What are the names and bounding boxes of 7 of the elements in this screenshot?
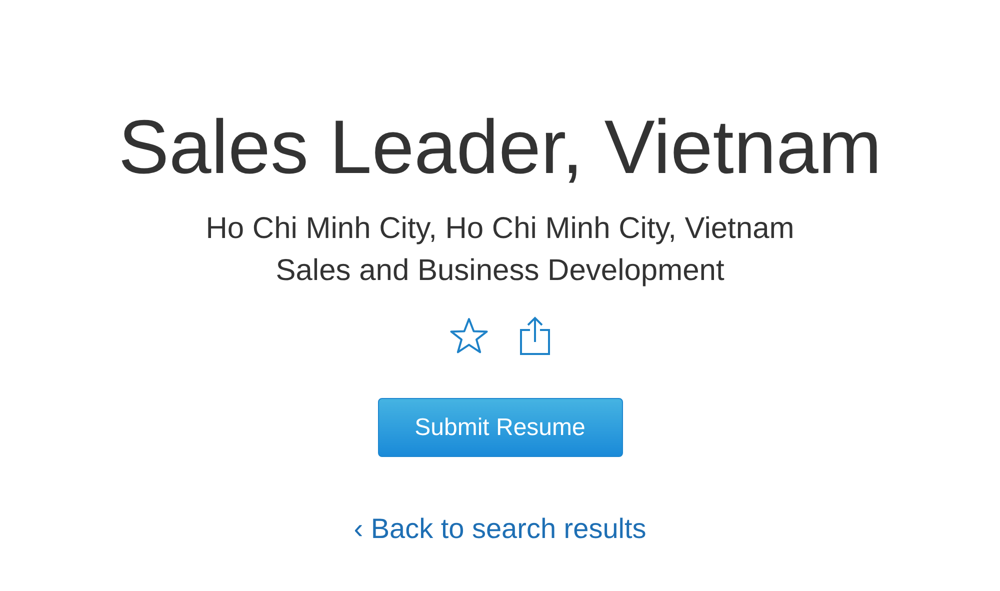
job-team: Sales and Business Development <box>276 253 724 289</box>
back-link[interactable]: ‹ Back to search results <box>354 513 646 545</box>
job-title: Sales Leader, Vietnam <box>118 104 882 192</box>
submit-resume-button[interactable]: Submit Resume <box>378 398 622 457</box>
job-location: Ho Chi Minh City, Ho Chi Minh City, Vietnam <box>206 211 794 247</box>
star-icon[interactable] <box>449 317 489 355</box>
share-icon[interactable] <box>519 316 551 356</box>
